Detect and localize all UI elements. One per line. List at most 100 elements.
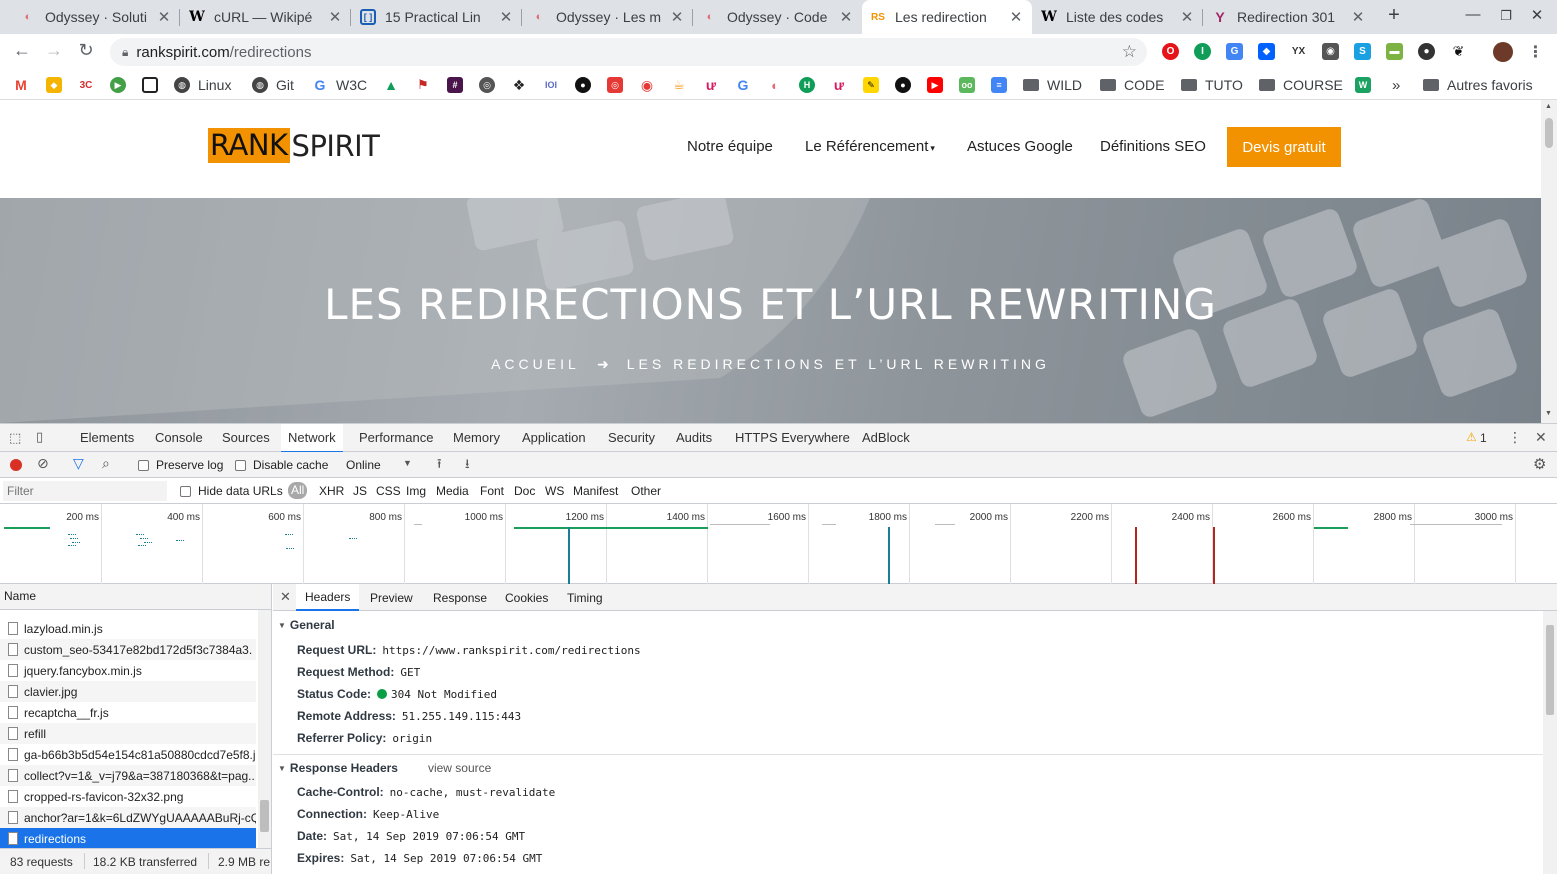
bookmark[interactable]: ◎: [607, 76, 623, 94]
extension-icon[interactable]: ●: [1418, 43, 1435, 60]
scrollbar-thumb[interactable]: [1546, 625, 1554, 715]
close-tab-icon[interactable]: ✕: [1179, 8, 1195, 26]
bookmark[interactable]: ◆: [46, 76, 62, 94]
request-row[interactable]: collect?v=1&_v=j79&a=387180368&t=pag..: [0, 765, 256, 786]
restore-button[interactable]: ❐: [1496, 8, 1516, 24]
hide-data-urls-checkbox[interactable]: [180, 484, 191, 498]
new-tab-button[interactable]: +: [1384, 4, 1404, 27]
scrollbar-thumb[interactable]: [1545, 118, 1553, 148]
extension-icon[interactable]: S: [1354, 43, 1371, 60]
filter-input[interactable]: [3, 481, 167, 501]
request-row[interactable]: refill: [0, 723, 256, 744]
export-har-icon[interactable]: ⭳: [465, 455, 470, 477]
bookmark[interactable]: ▲: [383, 76, 399, 94]
request-row[interactable]: clavier.jpg: [0, 681, 256, 702]
device-toolbar-icon[interactable]: ▯: [36, 429, 43, 445]
bookmark[interactable]: ●: [575, 76, 591, 94]
extension-icon[interactable]: ▬: [1386, 43, 1403, 60]
close-tab-icon[interactable]: ✕: [327, 8, 343, 26]
browser-tab[interactable]: ◐ Odyssey · Soluti ✕: [12, 0, 180, 34]
nav-google[interactable]: Astuces Google: [967, 138, 1073, 155]
bookmark[interactable]: ▶: [110, 76, 126, 94]
general-section-header[interactable]: ▼ General: [278, 618, 335, 632]
reload-button[interactable]: ↻: [74, 40, 98, 61]
browser-tab[interactable]: ◐ Odyssey · Les m ✕: [523, 0, 693, 34]
preserve-log-checkbox[interactable]: [138, 458, 149, 472]
type-filter-manifest[interactable]: Manifest: [573, 484, 618, 498]
scroll-down-icon[interactable]: ▼: [1545, 410, 1552, 417]
type-filter-other[interactable]: Other: [631, 484, 661, 498]
bookmark-folder-code[interactable]: CODE: [1100, 76, 1164, 94]
tab-elements[interactable]: Elements: [80, 424, 134, 452]
tab-sources[interactable]: Sources: [222, 424, 270, 452]
bookmark[interactable]: ⚑: [415, 76, 431, 94]
gmail-bookmark[interactable]: M: [13, 76, 29, 94]
bookmark[interactable]: IOI: [543, 76, 559, 94]
forward-button[interactable]: →: [42, 40, 66, 61]
scrollbar-thumb[interactable]: [260, 800, 269, 832]
tab-adblock[interactable]: AdBlock: [862, 424, 910, 452]
request-row[interactable]: jquery.fancybox.min.js: [0, 660, 256, 681]
type-filter-css[interactable]: CSS: [376, 484, 401, 498]
request-row[interactable]: cropped-rs-favicon-32x32.png: [0, 786, 256, 807]
search-icon[interactable]: ⌕: [102, 455, 110, 472]
bookmark[interactable]: ≡: [991, 76, 1007, 94]
close-details-icon[interactable]: ✕: [280, 589, 291, 605]
tab-response[interactable]: Response: [433, 591, 487, 605]
response-headers-section-header[interactable]: ▼ Response Headers view source: [278, 761, 491, 775]
settings-gear-icon[interactable]: ⚙: [1533, 455, 1546, 473]
request-row[interactable]: recaptcha__fr.js: [0, 702, 256, 723]
bookmark-linux[interactable]: ◍ Linux: [174, 76, 231, 94]
request-row[interactable]: lazyload.min.js: [0, 618, 256, 639]
minimize-button[interactable]: —: [1463, 6, 1483, 23]
bookmark-git[interactable]: ◍ Git: [252, 76, 294, 94]
site-logo[interactable]: RANK SPIRIT: [208, 128, 380, 163]
type-filter-font[interactable]: Font: [480, 484, 504, 498]
details-scrollbar[interactable]: [1543, 611, 1557, 874]
type-filter-js[interactable]: JS: [353, 484, 367, 498]
type-filter-doc[interactable]: Doc: [514, 484, 535, 498]
browser-tab[interactable]: W cURL — Wikipé ✕: [181, 0, 351, 34]
clear-icon[interactable]: ⊘: [37, 455, 49, 472]
import-har-icon[interactable]: ⭱: [437, 455, 442, 477]
extension-icon[interactable]: ❦: [1450, 43, 1467, 60]
close-window-button[interactable]: ✕: [1527, 6, 1547, 24]
tab-cookies[interactable]: Cookies: [505, 591, 548, 605]
menu-icon[interactable]: ⋮: [1527, 43, 1544, 61]
browser-tab[interactable]: W Liste des codes ✕: [1033, 0, 1203, 34]
dropbox-icon[interactable]: ◆: [1258, 43, 1275, 60]
extension-icon[interactable]: YX: [1290, 43, 1307, 60]
page-scrollbar[interactable]: ▲ ▼: [1541, 100, 1557, 423]
translate-icon[interactable]: G: [1226, 43, 1243, 60]
throttling-select[interactable]: Online: [346, 458, 381, 472]
devtools-menu-icon[interactable]: ⋮: [1508, 429, 1522, 446]
tab-audits[interactable]: Audits: [676, 424, 712, 452]
type-filter-img[interactable]: Img: [406, 484, 426, 498]
request-row[interactable]: anchor?ar=1&k=6LdZWYgUAAAAABuRj-cQ: [0, 807, 256, 828]
tab-console[interactable]: Console: [155, 424, 203, 452]
tab-security[interactable]: Security: [608, 424, 655, 452]
bookmark[interactable]: ư: [831, 76, 847, 94]
bookmark-folder-tuto[interactable]: TUTO: [1181, 76, 1243, 94]
close-tab-icon[interactable]: ✕: [498, 8, 514, 26]
bookmark[interactable]: ◉: [639, 76, 655, 94]
bookmark-folder-wild[interactable]: WILD: [1023, 76, 1082, 94]
bookmark-star-icon[interactable]: ☆: [1122, 42, 1137, 62]
bookmark[interactable]: #: [447, 76, 463, 94]
bookmark[interactable]: ▶: [927, 76, 943, 94]
close-tab-icon[interactable]: ✕: [1350, 8, 1366, 26]
bookmark-w3c[interactable]: G W3C: [312, 76, 368, 94]
more-bookmarks-button[interactable]: »: [1392, 76, 1400, 94]
inspect-element-icon[interactable]: ⬚: [9, 430, 21, 446]
type-filter-xhr[interactable]: XHR: [319, 484, 344, 498]
free-quote-button[interactable]: Devis gratuit: [1227, 127, 1341, 167]
filter-icon[interactable]: ▽: [73, 455, 84, 472]
bookmark[interactable]: H: [799, 76, 815, 94]
close-tab-icon[interactable]: ✕: [1008, 8, 1024, 26]
avatar[interactable]: [1493, 42, 1513, 62]
request-list-scrollbar[interactable]: [258, 610, 271, 848]
bookmark[interactable]: ◎: [479, 76, 495, 94]
browser-tab[interactable]: [ ] 15 Practical Lin ✕: [352, 0, 522, 34]
bookmark[interactable]: W: [1355, 76, 1371, 94]
opera-icon[interactable]: O: [1162, 43, 1179, 60]
